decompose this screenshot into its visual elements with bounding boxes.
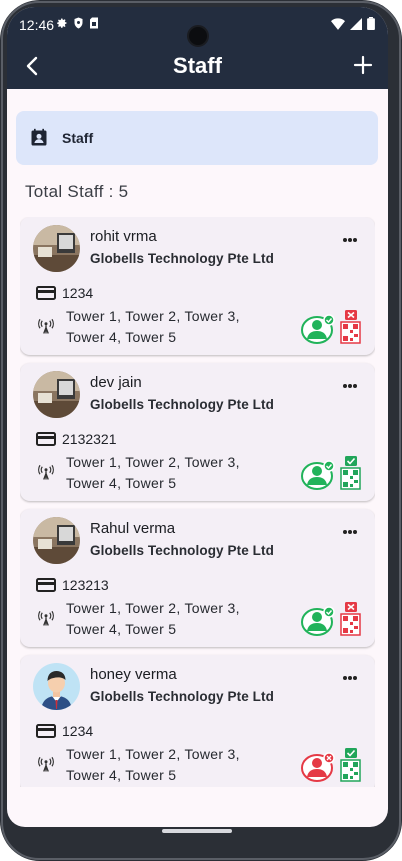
qr-denied-icon[interactable] — [340, 310, 361, 344]
status-notification-icons — [56, 17, 99, 29]
tower-antenna-icon — [38, 610, 54, 626]
id-card-icon — [36, 432, 56, 446]
staff-id-row: 1234 — [36, 285, 93, 301]
staff-company: Globells Technology Pte Ltd — [90, 397, 274, 412]
staff-avatar — [33, 225, 80, 272]
staff-avatar — [33, 517, 80, 564]
phone-frame: 12:46 Staff Staff Total Staff: 5 rohit … — [0, 0, 402, 861]
active-user-icon[interactable] — [301, 460, 335, 490]
staff-id-row: 123213 — [36, 577, 109, 593]
staff-id: 123213 — [62, 577, 109, 593]
more-options-icon[interactable] — [342, 237, 358, 243]
signal-icon — [350, 17, 362, 30]
photo-avatar — [33, 517, 80, 564]
shield-icon — [74, 17, 83, 29]
app-bar: Staff — [7, 43, 388, 89]
photo-avatar — [33, 225, 80, 272]
staff-name: Rahul verma — [90, 520, 176, 537]
staff-name: rohit vrma — [90, 228, 157, 245]
staff-list: rohit vrma Globells Technology Pte Ltd 1… — [20, 217, 375, 787]
screen: 12:46 Staff Staff Total Staff: 5 rohit … — [7, 7, 388, 827]
status-time: 12:46 — [19, 17, 55, 33]
qr-approved-icon[interactable] — [340, 748, 361, 782]
active-user-icon[interactable] — [301, 314, 335, 344]
staff-avatar — [33, 663, 80, 710]
inactive-user-icon[interactable] — [301, 752, 335, 782]
staff-card[interactable]: dev jain Globells Technology Pte Ltd 213… — [20, 363, 375, 501]
staff-id: 1234 — [62, 285, 94, 301]
staff-id-row: 2132321 — [36, 431, 117, 447]
total-staff-count: Total Staff : 5 — [25, 182, 129, 201]
active-user-icon[interactable] — [301, 606, 335, 636]
wifi-icon — [331, 17, 345, 30]
contact-card-icon — [31, 128, 47, 146]
staff-id: 2132321 — [62, 431, 117, 447]
photo-avatar — [33, 371, 80, 418]
staff-card[interactable]: rohit vrma Globells Technology Pte Ltd 1… — [20, 217, 375, 355]
staff-company: Globells Technology Pte Ltd — [90, 543, 274, 558]
staff-avatar — [33, 371, 80, 418]
staff-towers: Tower 1, Tower 2, Tower 3, Tower 4, Towe… — [66, 746, 240, 783]
qr-approved-icon[interactable] — [340, 456, 361, 490]
staff-card[interactable]: honey verma Globells Technology Pte Ltd … — [20, 655, 375, 787]
tower-antenna-icon — [38, 318, 54, 334]
add-icon[interactable] — [351, 53, 375, 77]
more-options-icon[interactable] — [342, 675, 358, 681]
settings-icon — [57, 18, 67, 28]
home-indicator[interactable] — [162, 829, 232, 833]
status-system-icons — [331, 17, 375, 30]
staff-name: honey verma — [90, 666, 177, 683]
qr-denied-icon[interactable] — [340, 602, 361, 636]
staff-id: 1234 — [62, 723, 94, 739]
tower-antenna-icon — [38, 464, 54, 480]
more-options-icon[interactable] — [342, 383, 358, 389]
top-bar: 12:46 Staff — [7, 7, 388, 89]
id-card-icon — [36, 724, 56, 738]
staff-id-row: 1234 — [36, 723, 93, 739]
staff-towers: Tower 1, Tower 2, Tower 3, Tower 4, Towe… — [66, 454, 240, 491]
staff-company: Globells Technology Pte Ltd — [90, 251, 274, 266]
cartoon-avatar — [33, 663, 80, 710]
sim-card-icon — [90, 17, 98, 29]
staff-towers: Tower 1, Tower 2, Tower 3, Tower 4, Towe… — [66, 600, 240, 637]
staff-name: dev jain — [90, 374, 142, 391]
staff-section-header: Staff — [16, 111, 378, 165]
staff-card[interactable]: Rahul verma Globells Technology Pte Ltd … — [20, 509, 375, 647]
id-card-icon — [36, 286, 56, 300]
staff-towers: Tower 1, Tower 2, Tower 3, Tower 4, Towe… — [66, 308, 240, 345]
more-options-icon[interactable] — [342, 529, 358, 535]
staff-company: Globells Technology Pte Ltd — [90, 689, 274, 704]
section-label: Staff — [62, 130, 94, 146]
tower-antenna-icon — [38, 756, 54, 772]
page-title: Staff — [173, 53, 222, 78]
battery-icon — [367, 17, 375, 30]
id-card-icon — [36, 578, 56, 592]
